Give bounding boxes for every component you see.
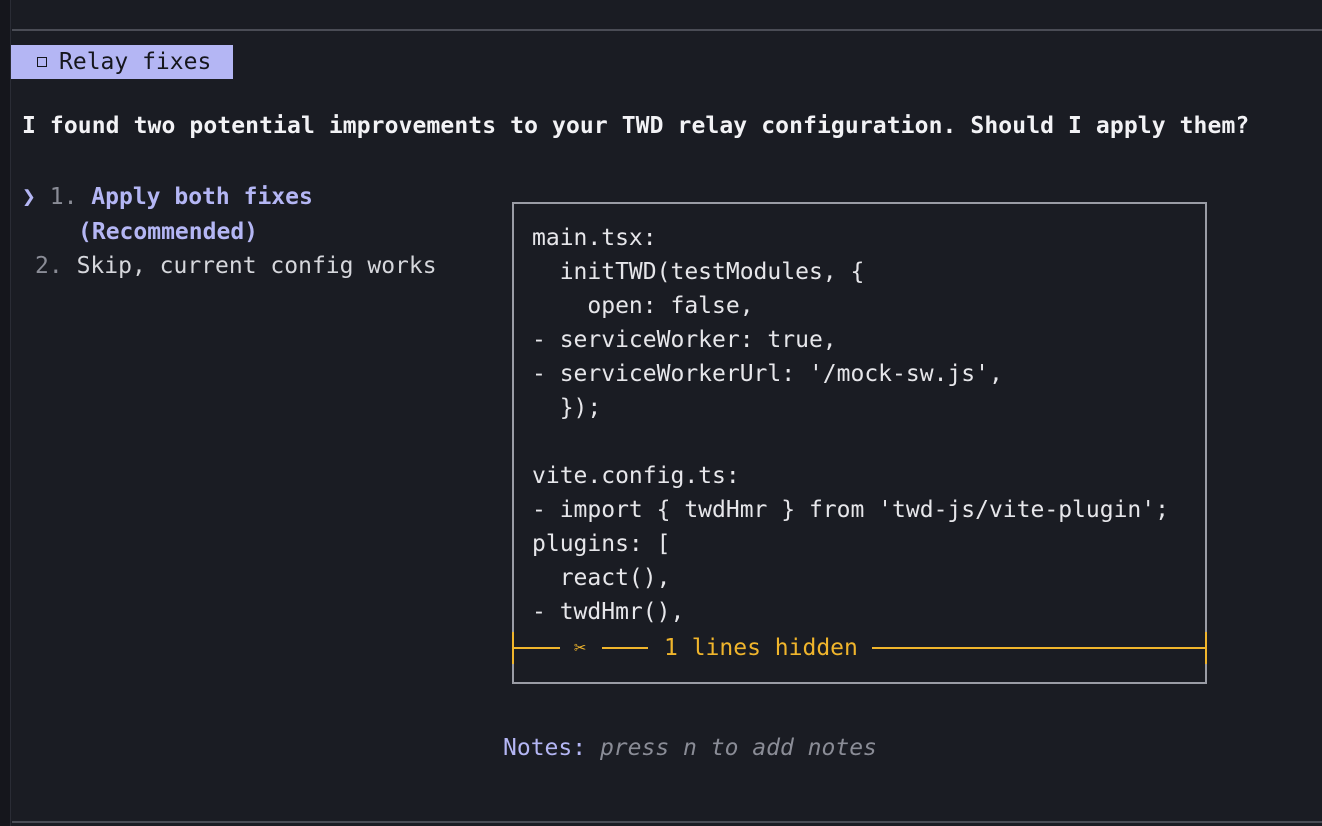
code-line: plugins: [ [532,531,671,557]
notes-label: Notes: [503,735,587,761]
question-text: I found two potential improvements to yo… [22,113,1250,139]
bottom-divider [12,821,1322,823]
checkbox-icon [37,57,47,67]
code-line: }); [532,395,602,421]
code-line: - serviceWorker: true, [532,327,837,353]
truncation-line [512,647,560,649]
code-line: - twdHmr(), [532,599,685,625]
option-apply-both-fixes-recommended[interactable]: (Recommended) [78,219,258,245]
notes-hint: press n to add notes [599,735,877,761]
truncation-line [872,647,1207,649]
code-line: open: false, [532,293,754,319]
scissors-icon: ✂ [574,635,587,659]
code-line: main.tsx: [532,225,657,251]
dialog-title: Relay fixes [59,48,212,75]
hidden-lines-text: 1 lines hidden [658,635,864,661]
option-number: 2. [35,253,63,279]
code-line: initTWD(testModules, { [532,259,865,285]
diff-preview-box: main.tsx: initTWD(testModules, { open: f… [512,202,1207,684]
notes-prompt[interactable]: Notes: press n to add notes [503,735,877,761]
truncation-line [602,647,648,649]
option-skip[interactable]: 2. Skip, current config works [35,253,437,279]
hidden-lines-indicator: ✂ 1 lines hidden [512,632,1207,664]
code-line: - import { twdHmr } from 'twd-js/vite-pl… [532,497,1169,523]
code-line: - serviceWorkerUrl: '/mock-sw.js', [532,361,1003,387]
option-label: Skip, current config works [76,253,437,279]
option-apply-both-fixes[interactable]: ❯ 1. Apply both fixes [22,184,313,210]
option-label: Apply both fixes [91,184,313,210]
selection-cursor-icon: ❯ [22,184,36,210]
option-number: 1. [49,184,78,210]
option-label-recommended: (Recommended) [78,219,259,245]
code-line: react(), [532,565,671,591]
code-line: vite.config.ts: [532,463,740,489]
dialog-title-chip: Relay fixes [11,45,233,79]
left-gutter [0,0,11,826]
top-divider [12,29,1322,31]
truncation-cap-right [1205,632,1207,664]
